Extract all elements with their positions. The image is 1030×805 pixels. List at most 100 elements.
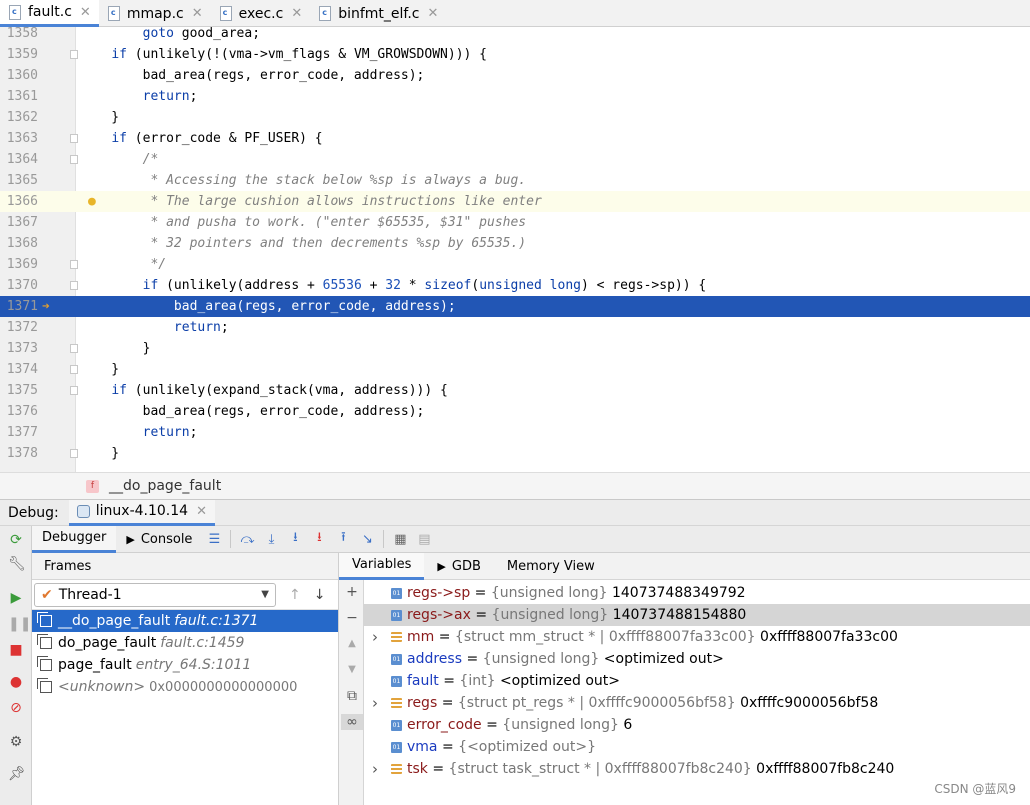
view-breakpoints-icon[interactable]: ● — [8, 674, 24, 690]
variable-type: {struct task_struct * | 0xffff88007fb8c2… — [448, 761, 757, 777]
watches-glasses-icon[interactable]: ∞ — [341, 714, 363, 730]
move-up-icon[interactable]: ▲ — [344, 636, 360, 652]
code-line[interactable]: 1370 if (unlikely(address + 65536 + 32 *… — [0, 275, 1030, 296]
close-icon[interactable]: ✕ — [80, 5, 91, 20]
line-number: 1372 — [6, 320, 38, 335]
breadcrumb-function[interactable]: __do_page_fault — [109, 478, 221, 494]
code-line[interactable]: 1375 if (unlikely(expand_stack(vma, addr… — [0, 380, 1030, 401]
code-line[interactable]: 1378 } — [0, 443, 1030, 464]
expand-chevron-icon[interactable]: › — [372, 694, 378, 712]
close-icon[interactable]: ✕ — [192, 6, 203, 21]
add-icon[interactable]: + — [344, 584, 360, 600]
code-line[interactable]: 1376 bad_area(regs, error_code, address)… — [0, 401, 1030, 422]
expand-chevron-icon[interactable]: › — [372, 628, 378, 646]
arrow-up-icon[interactable]: ↑ — [289, 587, 301, 603]
tab-memory-view[interactable]: Memory View — [494, 553, 608, 580]
variable-row[interactable]: 01 address = {unsigned long} <optimized o… — [364, 648, 1030, 670]
variable-row[interactable]: › mm = {struct mm_struct * | 0xffff88007f… — [364, 626, 1030, 648]
close-icon[interactable]: ✕ — [291, 6, 302, 21]
rerun-icon[interactable]: ⟳ — [8, 532, 24, 548]
remove-icon[interactable]: − — [344, 610, 360, 626]
variable-row[interactable]: 01 regs->ax = {unsigned long} 14073748815… — [364, 604, 1030, 626]
fold-marker-icon[interactable] — [70, 134, 78, 143]
tab-variables-label: Variables — [352, 557, 412, 572]
step-into-icon[interactable]: ⭳ — [286, 530, 304, 548]
code-line[interactable]: 1372 return; — [0, 317, 1030, 338]
arrow-down-icon[interactable]: ↓ — [314, 587, 326, 603]
step-over-icon[interactable]: ⤓ — [262, 530, 280, 548]
pause-icon[interactable]: ❚❚ — [8, 616, 31, 632]
stop-icon[interactable]: ■ — [8, 642, 24, 658]
code-line[interactable]: 1362 } — [0, 107, 1030, 128]
variable-content: address = {unsigned long} <optimized out… — [407, 651, 724, 667]
copy-icon[interactable]: ⧉ — [344, 688, 360, 704]
variable-type: {struct pt_regs * | 0xffffc9000056bf58} — [457, 695, 741, 711]
variable-row[interactable]: 01 vma = {<optimized out>} — [364, 736, 1030, 758]
code-line[interactable]: 1361 return; — [0, 86, 1030, 107]
code-line[interactable]: 1374 } — [0, 359, 1030, 380]
code-line[interactable]: 1360 bad_area(regs, error_code, address)… — [0, 65, 1030, 86]
frame-item[interactable]: do_page_fault fault.c:1459 — [32, 632, 338, 654]
fold-marker-icon[interactable] — [70, 386, 78, 395]
fold-marker-icon[interactable] — [70, 155, 78, 164]
pin-icon[interactable]: 📌︎ — [8, 766, 26, 782]
equals-sign: = — [470, 607, 492, 623]
code-line[interactable]: 1365 * Accessing the stack below %sp is … — [0, 170, 1030, 191]
code-line[interactable]: 1364 /* — [0, 149, 1030, 170]
force-step-into-icon[interactable]: ⭳ — [310, 530, 328, 548]
variable-row[interactable]: › tsk = {struct task_struct * | 0xffff880… — [364, 758, 1030, 780]
breadcrumb: f __do_page_fault — [0, 472, 1030, 499]
fold-marker-icon[interactable] — [70, 281, 78, 290]
fold-marker-icon[interactable] — [70, 344, 78, 353]
code-editor[interactable]: 1358 goto good_area; 1359 if (unlikely(!(… — [0, 27, 1030, 472]
frame-item[interactable]: __do_page_fault fault.c:1371 — [32, 610, 338, 632]
fold-marker-icon[interactable] — [70, 260, 78, 269]
wrench-icon[interactable]: 🔧︎ — [8, 556, 26, 572]
fold-marker-icon[interactable] — [70, 365, 78, 374]
primitive-variable-icon: 01 — [391, 741, 402, 753]
resume-icon[interactable]: ▶ — [8, 590, 24, 606]
code-line[interactable]: 1368 * 32 pointers and then decrements %… — [0, 233, 1030, 254]
code-line[interactable]: 1363 if (error_code & PF_USER) { — [0, 128, 1030, 149]
mute-breakpoints-icon[interactable]: ⊘ — [8, 700, 24, 716]
settings-icon[interactable]: ⚙ — [8, 734, 24, 750]
tab-mmap-c[interactable]: c mmap.c ✕ — [99, 0, 211, 27]
restore-layout-icon[interactable]: ☰ — [205, 530, 223, 548]
expand-chevron-icon[interactable]: › — [372, 760, 378, 778]
tab-variables[interactable]: Variables — [339, 552, 425, 580]
code-line[interactable]: 1367 * and pusha to work. ("enter $65535… — [0, 212, 1030, 233]
variable-row[interactable]: 01 regs->sp = {unsigned long} 14073748834… — [364, 582, 1030, 604]
code-text: * 32 pointers and then decrements %sp by… — [80, 236, 527, 251]
frame-item[interactable]: <unknown> 0x0000000000000000 — [32, 676, 338, 698]
thread-dropdown[interactable]: ✔ Thread-1 ▼ — [34, 582, 276, 607]
step-out-icon[interactable]: ⭱ — [334, 530, 352, 548]
code-line[interactable]: 1377 return; — [0, 422, 1030, 443]
tab-gdb[interactable]: ▶ GDB — [424, 553, 493, 580]
code-line[interactable]: 1371 bad_area(regs, error_code, address)… — [0, 296, 1030, 317]
code-line[interactable]: 1358 goto good_area; — [0, 27, 1030, 44]
close-icon[interactable]: ✕ — [427, 6, 438, 21]
tab-debugger[interactable]: Debugger — [32, 525, 117, 553]
fold-marker-icon[interactable] — [70, 50, 78, 59]
frame-item[interactable]: page_fault entry_64.S:1011 — [32, 654, 338, 676]
tab-binfmt-elf-c[interactable]: c binfmt_elf.c ✕ — [310, 0, 446, 27]
run-to-cursor-icon[interactable]: ↘ — [358, 530, 376, 548]
tab-console[interactable]: ▶ Console — [116, 526, 202, 553]
close-icon[interactable]: ✕ — [196, 504, 207, 519]
trace-icon[interactable]: ▤ — [415, 530, 433, 548]
show-execution-point-icon[interactable]: ⤼ — [238, 530, 256, 548]
tab-exec-c[interactable]: c exec.c ✕ — [211, 0, 311, 27]
fold-marker-icon[interactable] — [70, 449, 78, 458]
code-line[interactable]: 1369 */ — [0, 254, 1030, 275]
code-line[interactable]: 1359 if (unlikely(!(vma->vm_flags & VM_G… — [0, 44, 1030, 65]
tab-fault-c[interactable]: c fault.c ✕ — [0, 0, 99, 27]
variable-name: address — [407, 651, 463, 667]
run-config-tab[interactable]: linux-4.10.14 ✕ — [68, 499, 215, 526]
evaluate-expression-icon[interactable]: ▦ — [391, 530, 409, 548]
variable-row[interactable]: 01 error_code = {unsigned long} 6 — [364, 714, 1030, 736]
move-down-icon[interactable]: ▼ — [344, 662, 360, 678]
variable-row[interactable]: › regs = {struct pt_regs * | 0xffffc90000… — [364, 692, 1030, 714]
code-line[interactable]: 1366 ● * The large cushion allows instruc… — [0, 191, 1030, 212]
variable-row[interactable]: 01 fault = {int} <optimized out> — [364, 670, 1030, 692]
code-line[interactable]: 1373 } — [0, 338, 1030, 359]
